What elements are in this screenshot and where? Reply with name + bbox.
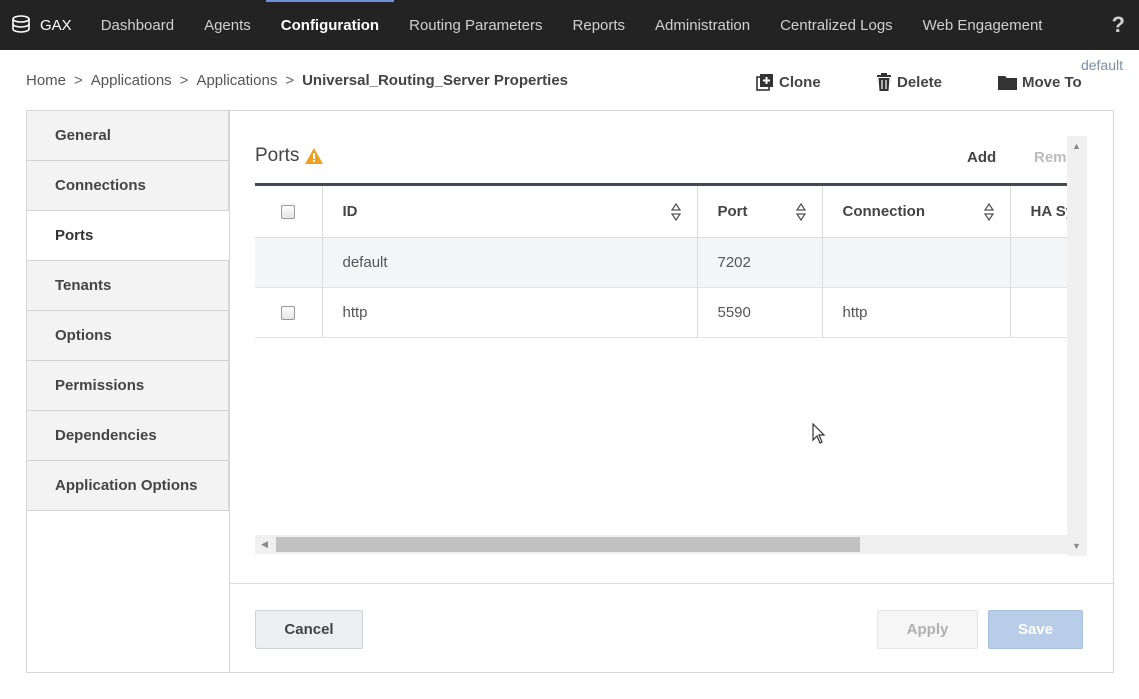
tab-ports[interactable]: Ports bbox=[27, 211, 229, 261]
tab-general[interactable]: General bbox=[27, 111, 229, 161]
panel-title-text: Ports bbox=[255, 145, 300, 166]
breadcrumb-separator: > bbox=[179, 72, 189, 89]
sort-icon bbox=[795, 203, 806, 221]
breadcrumb-separator: > bbox=[74, 72, 83, 89]
grid-header-row: ID Port Connection HA S bbox=[255, 186, 1068, 238]
cell-ha-sync bbox=[1010, 237, 1067, 288]
nav-web-engagement[interactable]: Web Engagement bbox=[908, 0, 1058, 50]
move-to-button[interactable]: Move To bbox=[998, 73, 1082, 91]
sidebar: General Connections Ports Tenants Option… bbox=[27, 111, 229, 511]
table-row[interactable]: default 7202 bbox=[255, 237, 1067, 288]
panel-title: Ports bbox=[255, 145, 324, 167]
select-all-checkbox[interactable] bbox=[280, 204, 295, 219]
folder-icon bbox=[998, 76, 1017, 90]
nav-reports[interactable]: Reports bbox=[558, 0, 641, 50]
breadcrumb-current: Universal_Routing_Server Properties bbox=[302, 72, 569, 89]
cancel-button[interactable]: Cancel bbox=[255, 610, 363, 649]
tab-connections[interactable]: Connections bbox=[27, 161, 229, 211]
apply-button: Apply bbox=[877, 610, 978, 649]
breadcrumb-home[interactable]: Home bbox=[26, 72, 66, 89]
scroll-down-icon[interactable]: ▼ bbox=[1072, 541, 1081, 551]
cell-connection bbox=[822, 237, 1011, 288]
row-select-cell bbox=[255, 287, 323, 338]
select-all-cell bbox=[255, 186, 323, 238]
save-button: Save bbox=[988, 610, 1083, 649]
clone-icon bbox=[756, 74, 773, 91]
column-header-connection-label: Connection bbox=[842, 202, 926, 220]
action-bar: Clone Delete Move To bbox=[756, 73, 1082, 91]
nav-configuration[interactable]: Configuration bbox=[265, 0, 395, 50]
database-icon bbox=[12, 15, 30, 33]
cell-id: http bbox=[322, 287, 698, 338]
warning-icon bbox=[305, 148, 324, 164]
nav-routing-parameters[interactable]: Routing Parameters bbox=[394, 0, 557, 50]
cell-ha-sync bbox=[1010, 287, 1067, 338]
cell-id: default bbox=[322, 237, 698, 288]
nav-administration[interactable]: Administration bbox=[640, 0, 765, 50]
tab-tenants[interactable]: Tenants bbox=[27, 261, 229, 311]
cell-connection: http bbox=[822, 287, 1011, 338]
column-header-port[interactable]: Port bbox=[697, 186, 823, 238]
row-select-cell bbox=[255, 237, 323, 288]
scrollbar-thumb[interactable] bbox=[276, 537, 860, 552]
ports-grid: ID Port Connection HA S default 7202 htt… bbox=[255, 183, 1067, 553]
nav-centralized-logs[interactable]: Centralized Logs bbox=[765, 0, 908, 50]
breadcrumb-applications-2[interactable]: Applications bbox=[196, 72, 277, 89]
column-header-connection[interactable]: Connection bbox=[822, 186, 1011, 238]
horizontal-scrollbar[interactable]: ◀ bbox=[255, 535, 1067, 554]
delete-label: Delete bbox=[897, 73, 943, 91]
mouse-cursor-icon bbox=[812, 423, 826, 444]
vertical-scrollbar[interactable]: ▲ ▼ bbox=[1067, 136, 1087, 556]
tab-application-options[interactable]: Application Options bbox=[27, 461, 229, 511]
nav-agents[interactable]: Agents bbox=[189, 0, 266, 50]
nav-dashboard[interactable]: Dashboard bbox=[86, 0, 189, 50]
move-to-label: Move To bbox=[1022, 73, 1082, 91]
clone-label: Clone bbox=[779, 73, 821, 91]
tab-ports-label: Ports bbox=[55, 227, 94, 244]
help-icon[interactable]: ? bbox=[1112, 12, 1125, 38]
remove-button: Remove bbox=[1034, 149, 1068, 166]
cell-port: 5590 bbox=[697, 287, 823, 338]
sort-icon bbox=[983, 203, 994, 221]
top-nav: GAX Dashboard Agents Configuration Routi… bbox=[0, 0, 1139, 50]
scroll-up-icon[interactable]: ▲ bbox=[1072, 141, 1081, 151]
breadcrumb-applications-1[interactable]: Applications bbox=[91, 72, 172, 89]
app-logo[interactable]: GAX bbox=[10, 14, 72, 36]
brand-name: GAX bbox=[40, 16, 72, 34]
footer-divider bbox=[230, 583, 1113, 584]
trash-icon bbox=[877, 73, 891, 91]
properties-panel: General Connections Ports Tenants Option… bbox=[26, 110, 1114, 673]
breadcrumb: Home > Applications > Applications > Uni… bbox=[26, 72, 568, 89]
tab-dependencies[interactable]: Dependencies bbox=[27, 411, 229, 461]
cell-port: 7202 bbox=[697, 237, 823, 288]
row-checkbox[interactable] bbox=[280, 305, 295, 320]
column-header-ha-sync[interactable]: HA Sync bbox=[1010, 186, 1068, 238]
tenant-label[interactable]: default bbox=[1081, 57, 1123, 73]
column-header-port-label: Port bbox=[717, 202, 748, 220]
breadcrumb-separator: > bbox=[285, 72, 295, 89]
column-header-id[interactable]: ID bbox=[322, 186, 698, 238]
ports-content: Ports Add Remove ID bbox=[229, 111, 1113, 672]
column-header-id-label: ID bbox=[342, 202, 358, 220]
scroll-left-icon[interactable]: ◀ bbox=[261, 539, 268, 550]
tab-options[interactable]: Options bbox=[27, 311, 229, 361]
tab-permissions[interactable]: Permissions bbox=[27, 361, 229, 411]
table-row[interactable]: http 5590 http bbox=[255, 287, 1067, 338]
column-header-ha-sync-label: HA Sync bbox=[1030, 202, 1068, 220]
add-button[interactable]: Add bbox=[967, 149, 996, 166]
sort-icon bbox=[670, 203, 681, 221]
clone-button[interactable]: Clone bbox=[756, 73, 876, 91]
delete-button[interactable]: Delete bbox=[876, 73, 998, 91]
